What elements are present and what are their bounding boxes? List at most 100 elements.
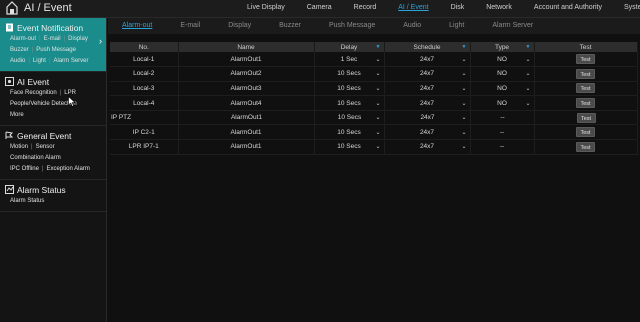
tab-buzzer[interactable]: Buzzer [265,18,315,34]
col-header-type-label: Type [494,43,510,51]
delay-select[interactable]: 1 Sec ⌄ [314,52,385,68]
sidebar-head-alarm-status[interactable]: Alarm Status [0,183,106,196]
delay-select[interactable]: 10 Secs ⌄ [314,66,385,82]
chevron-down-icon[interactable]: ▼ [526,44,531,50]
sidebar-link-sensor[interactable]: Sensor [36,142,58,153]
sidebar-link-ipc-offline[interactable]: IPC Offline [10,164,42,175]
delay-value: 10 Secs [337,114,362,122]
chevron-down-icon: ⌄ [525,85,531,92]
type-select[interactable]: NO ⌄ [470,66,535,82]
cell-test: Test [534,95,638,111]
delay-select[interactable]: 10 Secs ⌄ [314,124,385,141]
schedule-select[interactable]: 24x7 ⌄ [384,139,471,155]
sidebar-link-display[interactable]: Display [68,34,91,45]
chevron-down-icon[interactable]: ▼ [376,44,381,50]
test-button[interactable]: Test [576,98,595,109]
sidebar-link-email[interactable]: E-mail [44,34,64,45]
cell-test: Test [534,110,638,126]
tab-email[interactable]: E-mail [166,18,214,34]
nav-camera[interactable]: Camera [296,0,343,18]
type-select[interactable]: NO ⌄ [470,81,535,97]
delay-select[interactable]: 10 Secs ⌄ [314,81,385,97]
col-header-delay-label: Delay [340,43,358,51]
sidebar-head-general-event[interactable]: General Event [0,129,106,142]
sidebar-link-more[interactable]: More [10,110,27,121]
sidebar-link-alarm-out[interactable]: Alarm-out [10,34,39,45]
sidebar-link-push-message[interactable]: Push Message [36,45,79,56]
delay-select[interactable]: 10 Secs ⌄ [314,95,385,111]
sidebar-head-ai-event[interactable]: AI Event [0,75,106,88]
nav-disk[interactable]: Disk [440,0,476,18]
test-button[interactable]: Test [576,83,595,94]
nav-account-authority[interactable]: Account and Authority [523,0,613,18]
nav-network[interactable]: Network [475,0,523,18]
schedule-select[interactable]: 24x7 ⌄ [384,52,471,68]
schedule-select[interactable]: 24x7 ⌄ [384,124,471,141]
tab-alarm-server[interactable]: Alarm Server [478,18,547,34]
type-value: NO [497,84,507,92]
sidebar-head-event-notification[interactable]: Event Notification [0,21,106,34]
sidebar-link-combination-alarm[interactable]: Combination Alarm [10,153,64,164]
cell-no: Local-4 [110,95,179,111]
sidebar-section-event-notification: Event Notification › Alarm-out | E-mail | … [0,18,106,72]
table-row: IP PTZ AlarmOut1 10 Secs ⌄ 24x7 ⌄ -- Test [110,110,638,126]
test-button[interactable]: Test [576,141,595,152]
chevron-down-icon: ⌄ [461,71,467,78]
schedule-select[interactable]: 24x7 ⌄ [384,110,471,126]
tab-light[interactable]: Light [435,18,478,34]
tab-audio[interactable]: Audio [389,18,435,34]
nav-live-display[interactable]: Live Display [236,0,296,18]
general-event-icon [5,131,14,139]
tab-alarm-out[interactable]: Alarm-out [108,18,166,34]
delay-select[interactable]: 10 Secs ⌄ [314,110,385,126]
sidebar-link-light[interactable]: Light [33,56,49,67]
schedule-select[interactable]: 24x7 ⌄ [384,66,471,82]
type-value: NO [497,55,507,63]
chevron-down-icon: ⌄ [375,71,381,78]
sidebar-link-buzzer[interactable]: Buzzer [10,45,32,56]
cell-test: Test [534,81,638,97]
sidebar-link-motion[interactable]: Motion [10,142,31,153]
col-header-type[interactable]: Type ▼ [470,42,535,52]
type-select[interactable]: NO ⌄ [470,52,535,68]
home-logo-icon[interactable] [6,1,18,15]
chevron-down-icon: ⌄ [375,100,381,107]
delay-value: 10 Secs [337,70,361,78]
schedule-value: 24x7 [419,128,435,136]
sidebar-link-exception-alarm[interactable]: Exception Alarm [46,164,92,175]
tab-push-message[interactable]: Push Message [315,18,389,34]
alarm-out-table: No. Name Delay ▼ Schedule ▼ Type ▼ Test Loc… [110,42,638,155]
schedule-value: 24x7 [420,114,435,122]
test-button[interactable]: Test [576,68,595,79]
sidebar-title-alarm-status: Alarm Status [17,184,66,195]
chevron-down-icon: ⌄ [375,56,381,63]
sidebar-title-ai-event: AI Event [17,76,50,87]
chevron-down-icon[interactable]: ▼ [462,44,467,50]
sidebar-link-alarm-server[interactable]: Alarm Server [54,56,92,67]
schedule-select[interactable]: 24x7 ⌄ [384,95,471,111]
col-header-name: Name [178,42,315,52]
test-button[interactable]: Test [576,112,596,123]
chevron-down-icon: ⌄ [461,56,467,63]
col-header-delay[interactable]: Delay ▼ [314,42,385,52]
sidebar-link-face-recognition[interactable]: Face Recognition [10,88,60,99]
type-select[interactable]: NO ⌄ [470,95,535,111]
tab-display[interactable]: Display [214,18,265,34]
nav-ai-event[interactable]: AI / Event [387,0,439,18]
table-row: Local-2 AlarmOut2 10 Secs ⌄ 24x7 ⌄ NO ⌄ Tes… [110,66,638,82]
delay-value: 1 Sec [340,55,358,63]
cell-type: -- [470,139,535,155]
nav-record[interactable]: Record [343,0,388,18]
col-header-schedule[interactable]: Schedule ▼ [384,42,471,52]
schedule-value: 24x7 [419,55,435,63]
test-button[interactable]: Test [576,54,595,65]
delay-select[interactable]: 10 Secs ⌄ [314,139,385,155]
test-button[interactable]: Test [576,127,595,138]
nav-system[interactable]: System [613,0,640,18]
cell-group-label: IP PTZ [110,110,179,126]
schedule-select[interactable]: 24x7 ⌄ [384,81,471,97]
sidebar-link-alarm-status[interactable]: Alarm Status [10,196,47,207]
sidebar-link-audio[interactable]: Audio [10,56,28,67]
delay-value: 10 Secs [337,84,361,92]
chevron-down-icon: ⌄ [461,100,467,107]
